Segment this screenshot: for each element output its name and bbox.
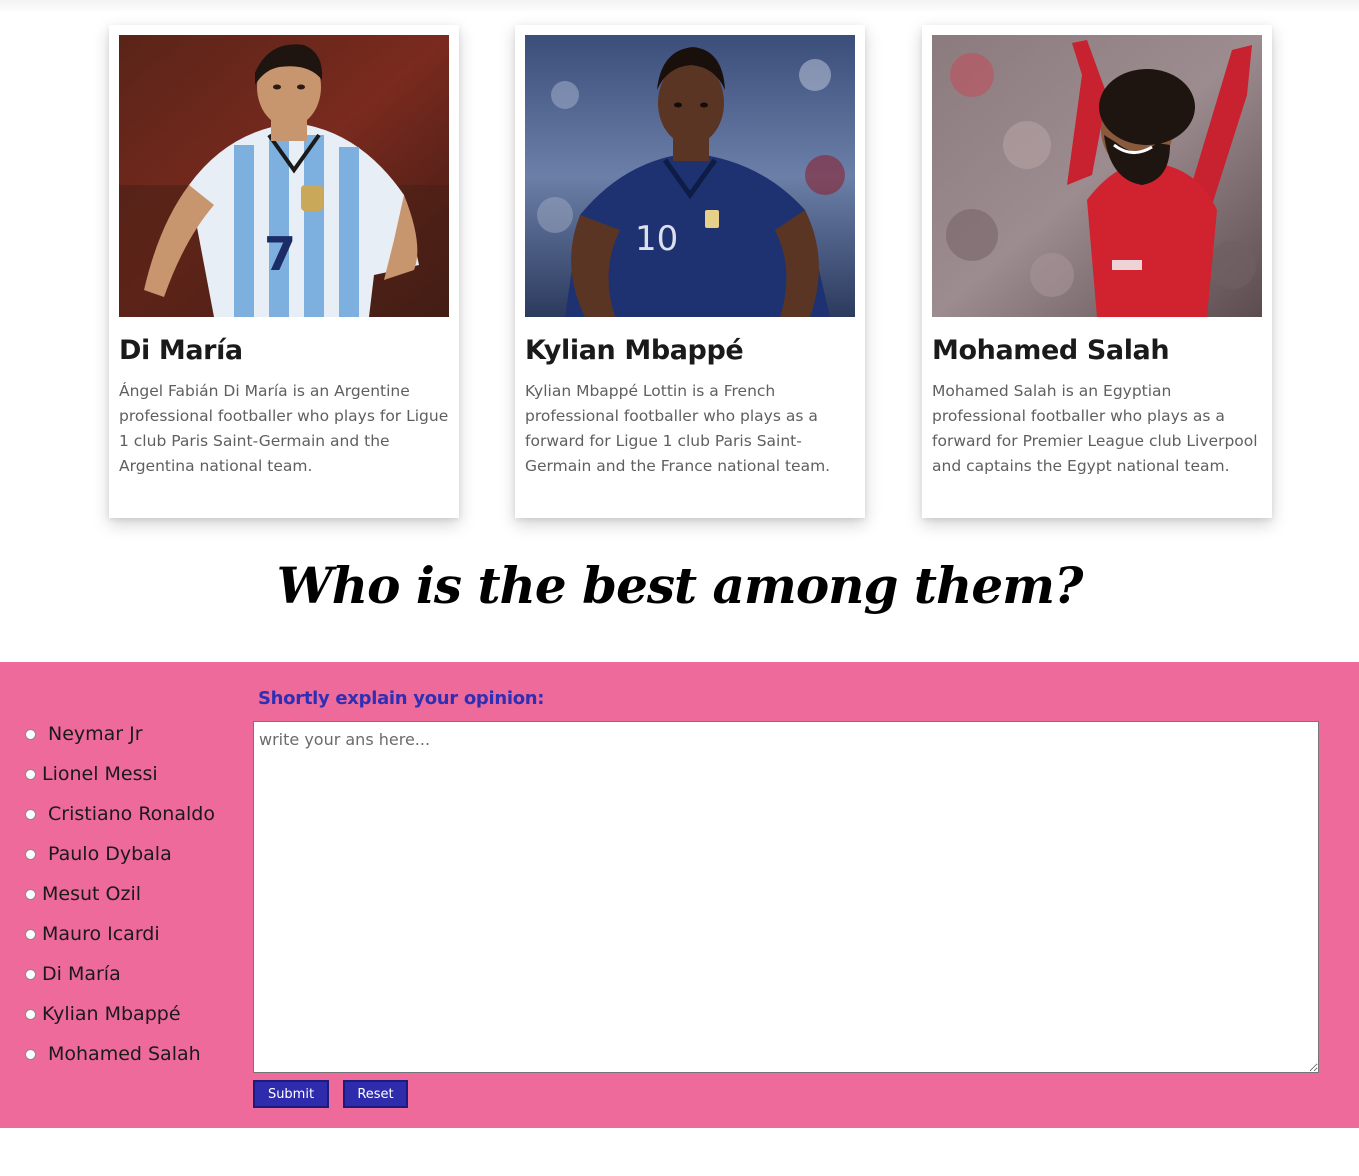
option-icardi[interactable]: Mauro Icardi <box>25 914 250 954</box>
option-label: Cristiano Ronaldo <box>48 803 215 825</box>
radio-button[interactable] <box>25 888 36 900</box>
player-cards: 7 Di María Ángel Fabián Di María is an A… <box>0 0 1359 540</box>
option-label: Di María <box>42 963 121 985</box>
option-label: Lionel Messi <box>42 763 158 785</box>
option-label: Mauro Icardi <box>42 923 160 945</box>
opinion-textarea[interactable] <box>253 721 1319 1073</box>
radio-button[interactable] <box>25 1008 36 1020</box>
player-description: Ángel Fabián Di María is an Argentine pr… <box>119 382 449 475</box>
player-description: Kylian Mbappé Lottin is a French profess… <box>525 382 831 475</box>
option-label: Mohamed Salah <box>48 1043 201 1065</box>
option-ronaldo[interactable]: Cristiano Ronaldo <box>25 794 250 834</box>
poll-form: Neymar Jr Lionel Messi Cristiano Ronaldo… <box>0 662 1359 1128</box>
option-neymar[interactable]: Neymar Jr <box>25 714 250 754</box>
radio-button[interactable] <box>25 768 36 780</box>
poll-question-heading: Who is the best among them? <box>276 556 1084 615</box>
player-photo-france-kit: 10 <box>525 35 855 317</box>
radio-button[interactable] <box>25 728 36 740</box>
option-messi[interactable]: Lionel Messi <box>25 754 250 794</box>
opinion-label: Shortly explain your opinion: <box>258 688 545 709</box>
option-label: Paulo Dybala <box>48 843 172 865</box>
player-photo-liverpool-kit <box>932 35 1262 317</box>
player-name: Mohamed Salah <box>932 335 1170 366</box>
radio-button[interactable] <box>25 928 36 940</box>
radio-button[interactable] <box>25 848 36 860</box>
submit-button[interactable]: Submit <box>253 1080 329 1108</box>
player-card-mbappe: 10 Kylian Mbappé Kylian Mbappé Lottin is… <box>515 25 865 518</box>
player-name: Di María <box>119 335 243 366</box>
radio-button[interactable] <box>25 808 36 820</box>
reset-button[interactable]: Reset <box>343 1080 408 1108</box>
option-mbappe[interactable]: Kylian Mbappé <box>25 994 250 1034</box>
option-label: Kylian Mbappé <box>42 1003 181 1025</box>
player-name: Kylian Mbappé <box>525 335 744 366</box>
player-card-salah: Mohamed Salah Mohamed Salah is an Egypti… <box>922 25 1272 518</box>
option-dybala[interactable]: Paulo Dybala <box>25 834 250 874</box>
svg-text:7: 7 <box>264 227 296 281</box>
radio-button[interactable] <box>25 1048 36 1060</box>
player-description: Mohamed Salah is an Egyptian professiona… <box>932 382 1258 475</box>
player-options-list: Neymar Jr Lionel Messi Cristiano Ronaldo… <box>25 714 250 1074</box>
option-ozil[interactable]: Mesut Ozil <box>25 874 250 914</box>
player-card-di-maria: 7 Di María Ángel Fabián Di María is an A… <box>109 25 459 518</box>
svg-text:10: 10 <box>635 219 678 259</box>
radio-button[interactable] <box>25 968 36 980</box>
option-salah[interactable]: Mohamed Salah <box>25 1034 250 1074</box>
player-photo-argentina-kit: 7 <box>119 35 449 317</box>
option-label: Mesut Ozil <box>42 883 141 905</box>
option-di-maria[interactable]: Di María <box>25 954 250 994</box>
option-label: Neymar Jr <box>48 723 143 745</box>
